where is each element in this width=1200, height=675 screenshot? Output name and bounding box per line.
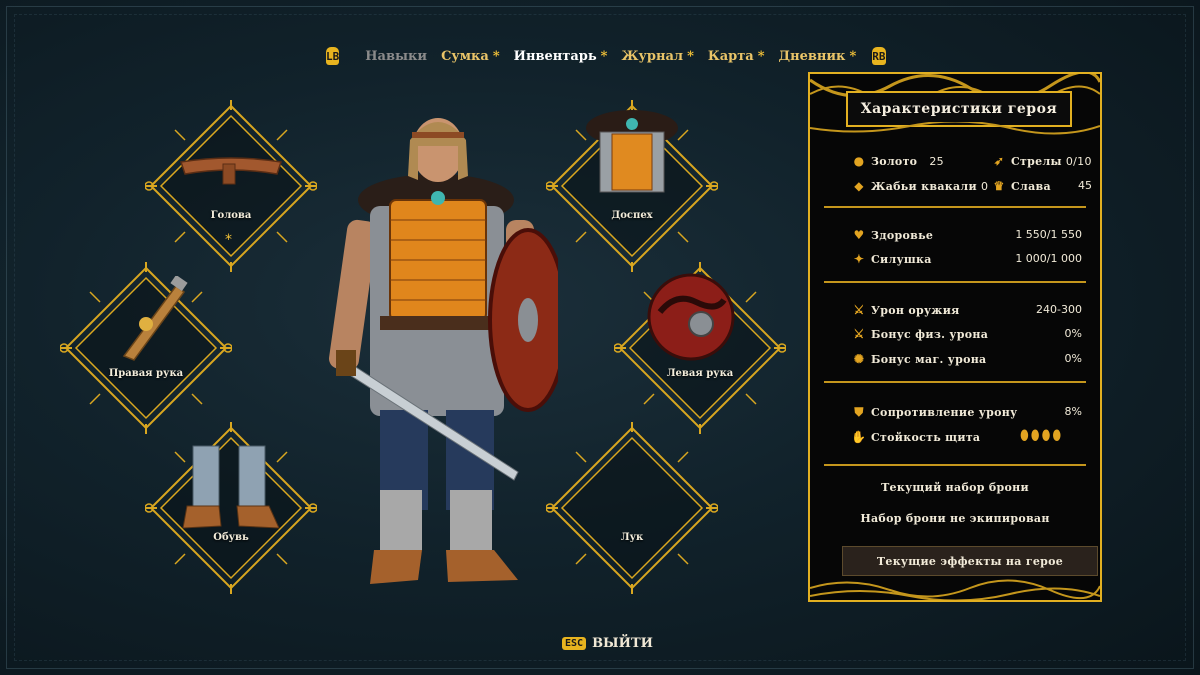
- exit-button[interactable]: ESC ВЫЙТИ: [562, 636, 653, 651]
- shield-icon: [647, 273, 735, 361]
- divider: [824, 381, 1086, 383]
- laurel-icon: ♛: [993, 179, 1005, 193]
- resist-icon: ⛊: [854, 404, 864, 419]
- headband-icon: [180, 157, 282, 185]
- stat-value: 25: [929, 154, 944, 168]
- slot-boots[interactable]: Обувь: [145, 422, 317, 594]
- stat-value: 1 000/1 000: [1015, 252, 1082, 265]
- shield-point-icon: ⬮: [1041, 428, 1051, 444]
- stat-shield-durability: ✋ Стойкость щита: [851, 430, 981, 444]
- hero-stats-panel: Характеристики героя ● Золото 25 ➶ Стрел…: [808, 72, 1102, 602]
- shield-point-icon: ⬮: [1020, 428, 1029, 444]
- slot-frame: [546, 422, 718, 594]
- stat-value: 0: [980, 179, 989, 193]
- lb-button[interactable]: LB: [326, 47, 340, 65]
- stat-value: 240-300: [1036, 303, 1082, 316]
- stat-label: Золото: [871, 154, 918, 168]
- shield-points: ⬮ ⬮ ⬮ ⬮: [1020, 428, 1061, 444]
- heart-icon: ♥: [853, 228, 865, 242]
- stat-strength: ✦ Силушка: [852, 252, 932, 266]
- gold-coin-icon: ●: [853, 154, 865, 168]
- stat-weapon-damage: ⚔ Урон оружия: [852, 303, 960, 317]
- stat-frogs: ◆ Жабьи квакали 0: [852, 179, 988, 193]
- new-star-icon: *: [757, 48, 765, 64]
- tab-map[interactable]: Карта *: [708, 49, 765, 64]
- shield-point-icon: ⬮: [1052, 428, 1062, 444]
- panel-bottom-ornament: [810, 579, 1100, 600]
- slot-label: Лук: [620, 532, 644, 543]
- tab-journal[interactable]: Журнал *: [621, 49, 693, 64]
- rb-button[interactable]: RB: [872, 47, 886, 65]
- stat-damage-resist: ⛊ Сопротивление урону: [852, 405, 1017, 419]
- slot-armor[interactable]: Доспех: [546, 100, 718, 272]
- stat-value: 1 550/1 550: [1015, 228, 1082, 241]
- tab-label: Карта: [707, 48, 754, 64]
- tab-diary[interactable]: Дневник *: [779, 49, 857, 64]
- new-item-star-icon: *: [225, 232, 232, 248]
- arrows-icon: ➶: [993, 154, 1005, 168]
- divider: [824, 281, 1086, 283]
- stat-value: 0%: [1064, 352, 1082, 365]
- stat-value: 0%: [1064, 327, 1082, 340]
- sword-icon: [122, 276, 188, 361]
- panel-ornament-line: [810, 122, 1100, 135]
- strength-icon: ✦: [853, 252, 865, 266]
- tab-label: Инвентарь: [513, 48, 597, 64]
- stat-value: 45: [1078, 179, 1092, 192]
- slot-head[interactable]: Голова *: [145, 100, 317, 272]
- new-star-icon: *: [492, 48, 500, 64]
- tab-skills[interactable]: Навыки: [365, 49, 427, 64]
- shield-point-icon: ⬮: [1030, 428, 1040, 444]
- stat-phys-bonus: ⚔ Бонус физ. урона: [852, 327, 988, 341]
- armor-set-heading: Текущий набор брони: [881, 481, 1029, 494]
- current-effects-button[interactable]: Текущие эффекты на герое: [842, 546, 1098, 576]
- stat-gold: ● Золото 25: [852, 154, 944, 168]
- stat-arrows: ➶ Стрелы 0/10: [992, 154, 1092, 168]
- shield-icon: ✋: [851, 430, 867, 444]
- frog-icon: ◆: [854, 179, 864, 193]
- stat-label: Силушка: [871, 252, 932, 266]
- stat-label: Жабьи квакали: [871, 179, 977, 193]
- tab-inventory[interactable]: Инвентарь *: [514, 49, 608, 64]
- top-nav: LB Навыки Сумка * Инвентарь * Журнал * Карт…: [326, 44, 886, 68]
- new-star-icon: *: [687, 48, 694, 64]
- slot-label: Обувь: [213, 532, 249, 543]
- tab-label: Дневник: [778, 48, 846, 64]
- stat-label: Урон оружия: [871, 303, 960, 317]
- slot-label: Левая рука: [666, 368, 734, 379]
- stat-label: Здоровье: [871, 228, 934, 242]
- stat-value: 8%: [1064, 405, 1082, 418]
- stat-mag-bonus: ✺ Бонус маг. урона: [852, 352, 987, 366]
- slot-bow[interactable]: Лук: [546, 422, 718, 594]
- stat-value: 0/10: [1065, 154, 1092, 168]
- slot-left-hand[interactable]: Левая рука: [614, 262, 786, 434]
- stat-label: Стрелы: [1011, 154, 1062, 168]
- slot-right-hand[interactable]: Правая рука: [60, 262, 232, 434]
- tab-label: Журнал: [621, 48, 684, 64]
- stat-label: Бонус маг. урона: [871, 352, 987, 366]
- divider: [824, 206, 1086, 208]
- slot-label: Правая рука: [108, 368, 184, 379]
- slot-label: Доспех: [611, 210, 653, 221]
- sword-icon: ⚔: [853, 327, 865, 341]
- stat-label: Стойкость щита: [871, 430, 981, 444]
- hero-character: [329, 118, 558, 584]
- tab-label: Сумка: [441, 48, 489, 64]
- divider: [824, 464, 1086, 466]
- stat-health: ♥ Здоровье: [852, 228, 933, 242]
- stat-label: Бонус физ. урона: [871, 327, 989, 341]
- armor-set-status: Набор брони не экипирован: [860, 512, 1050, 525]
- tab-bag[interactable]: Сумка *: [441, 49, 500, 64]
- exit-label: ВЫЙТИ: [592, 636, 653, 651]
- esc-key-icon: ESC: [562, 637, 587, 650]
- boots-icon: [182, 445, 280, 529]
- sword-icon: ⚔: [853, 303, 865, 317]
- magic-icon: ✺: [853, 352, 865, 366]
- armor-icon: [586, 110, 678, 193]
- slot-label: Голова: [210, 210, 252, 221]
- new-star-icon: *: [600, 48, 608, 64]
- new-star-icon: *: [849, 48, 857, 64]
- tab-label: Навыки: [365, 48, 428, 64]
- stat-label: Сопротивление урону: [871, 405, 1018, 419]
